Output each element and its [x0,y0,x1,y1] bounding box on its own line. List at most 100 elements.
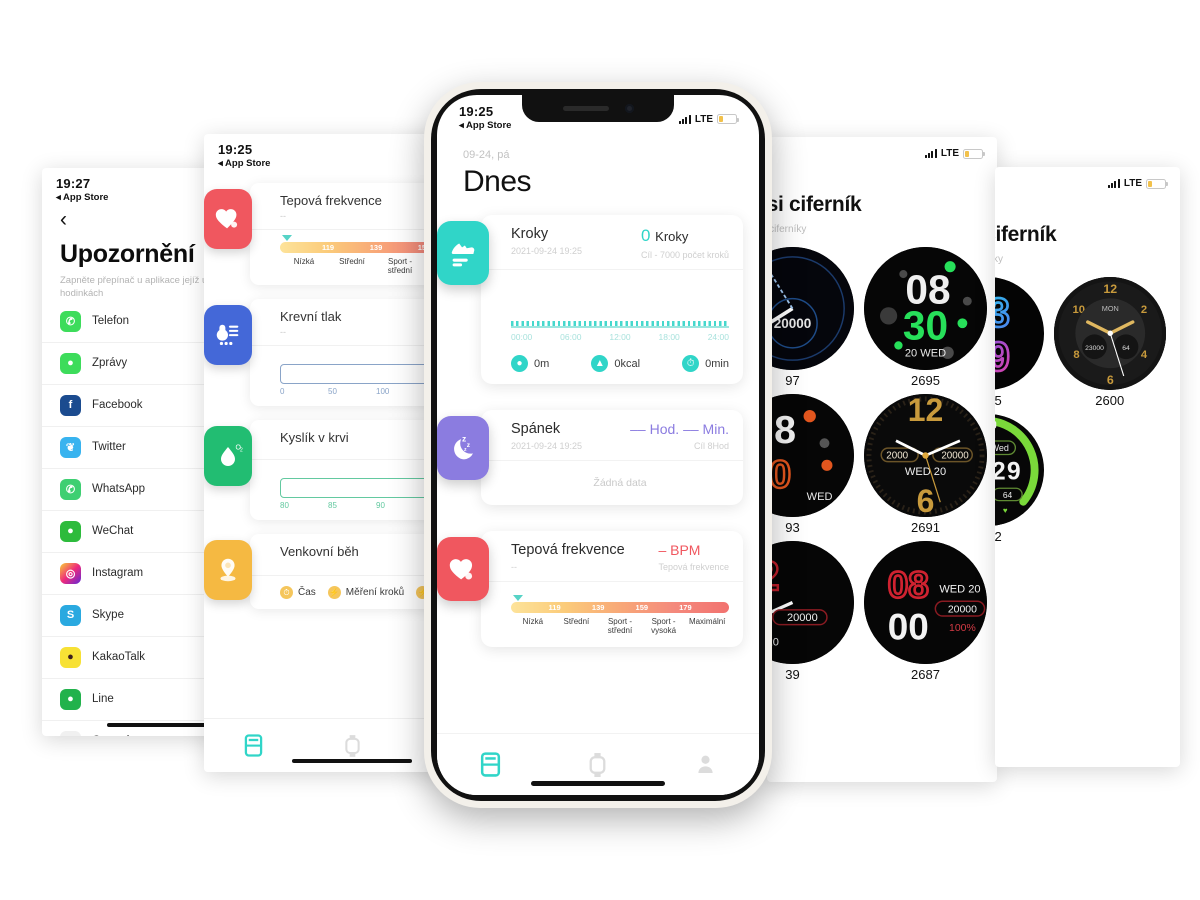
instagram-icon: ◎ [60,562,81,584]
card-heart-rate[interactable]: Tepová frekvence -- – BPM Tepová frekven… [437,531,743,648]
watchface-preview[interactable]: 08 00 WED 20 20000 100% [864,541,987,664]
card-steps[interactable]: Kroky 2021-09-24 19:25 0 Kroky Cíl - 700… [437,215,743,384]
svg-text:00: 00 [888,606,929,647]
battery-icon [963,148,986,159]
watchface-cell[interactable]: 8 0 WED 93 [767,394,854,535]
zone-label-row: Nízká Střední Sport - střední Sport - vy… [511,617,729,635]
watchface-preview[interactable]: 12 6 2000 20000 WED 20 [864,394,987,517]
zone-label: Sport - střední [387,257,413,276]
svg-text:08: 08 [888,565,929,606]
card-goal: Tepová frekvence [658,562,729,572]
svg-text:02/27 Wed: 02/27 Wed [995,443,1009,453]
tab-profile[interactable] [652,752,759,777]
notification-app-label: Facebook [92,399,143,412]
svg-text:z: z [462,433,466,443]
watchface-preview[interactable]: 2 20000 20 [767,541,854,664]
watchface-id: 93 [785,520,800,535]
card-sleep[interactable]: z z z Spánek 2021-09-24 19:25 –– Hod. ––… [437,410,743,505]
watchface-id: 39 [785,667,800,682]
tab-records[interactable] [204,734,303,757]
page-title: i ciferník [995,223,1057,246]
watchface-preview[interactable]: 8 0 WED [767,394,854,517]
zone-caret-icon [282,235,292,241]
zone-mark: 139 [369,243,383,252]
tab-watch[interactable] [544,752,651,777]
signal-icon [924,149,937,158]
card-left: Kroky 2021-09-24 19:25 [511,226,582,256]
chip-label: Měření kroků [345,587,405,599]
home-indicator [531,781,665,786]
oxygen-icon: O 2 [204,426,252,487]
status-bar: LTE [767,137,997,159]
axis-tick: 100 [376,387,390,397]
watchface-preview[interactable]: 12 10 2 8 4 6 MON 23000 64 [1053,277,1166,390]
status-bar-right: LTE [924,145,986,159]
svg-text:MON: MON [1101,304,1118,313]
card-title: Tepová frekvence [511,542,625,558]
status-back-link[interactable]: ◂ App Store [459,120,511,131]
svg-text:23: 23 [995,290,1010,336]
kakaotalk-icon: ● [60,646,81,668]
zone-mark: 139 [591,603,605,612]
watchface-cell[interactable]: 23 29 2605 [995,277,1044,408]
tab-records[interactable] [437,752,544,777]
panel-watchfaces-b: LTE i ciferník ferníky 23 292605 12 10 2… [995,167,1180,767]
status-time: 19:25 [459,104,494,119]
watchface-preview[interactable]: 08 30 20 WED [864,247,987,370]
status-bar-left: 19:25 ◂ App Store [218,142,270,169]
status-bar-right: LTE [1107,175,1169,189]
stat-duration: ⏱ 0min [682,355,729,372]
carrier-label: LTE [694,113,713,125]
axis-tick: 18:00 [658,332,680,342]
chip-time: ⏱ Čas [280,586,316,600]
stat-label: 0m [534,357,550,370]
watchface-id: 2695 [911,373,940,388]
whatsapp-icon: ✆ [60,478,81,500]
status-bar-left: 19:25 ◂ App Store [459,104,511,131]
zone-mark: 179 [679,603,692,612]
svg-text:23000: 23000 [1085,345,1104,352]
chip-label: Čas [298,587,316,599]
axis-tick: 0 [280,387,285,397]
chip-steps: ⚡ Měření kroků [327,586,405,600]
stat-distance: ● 0m [511,355,549,372]
notification-app-label: Skype [92,609,124,622]
watchface-cell[interactable]: 12 6 2000 20000 WED 20 2691 [864,394,987,535]
watchface-cell[interactable]: 02/27 Wed 08:29 23000 64 ▲ ♥ 2592 [995,413,1044,544]
card-value: –– Hod. –– Min. [630,421,729,437]
watchface-preview[interactable]: 23 29 [995,277,1044,390]
steps-baseline [511,321,729,328]
status-back-link[interactable]: ◂ App Store [56,192,108,203]
svg-text:2000: 2000 [886,451,908,462]
watchface-cell[interactable]: 08 00 WED 20 20000 100% 2687 [864,541,987,682]
watchface-cell[interactable]: 2 20000 20 39 [767,541,854,682]
bolt-icon: ⚡ [327,586,341,600]
status-time: 19:25 [218,142,253,157]
watchface-cell[interactable]: 08 30 20 WED 2695 [864,247,987,388]
bloodpressure-icon [204,305,252,366]
watchface-preview[interactable]: 20000 [767,247,854,370]
card-left: Tepová frekvence -- [511,542,625,572]
pin-icon: ● [511,355,528,372]
svg-text:20000: 20000 [948,604,977,615]
notification-app-label: Twitter [92,441,126,454]
flame-icon: ▲ [591,355,609,372]
watchface-id: 2600 [1095,392,1125,408]
watchface-cell[interactable]: 12 10 2 8 4 6 MON 23000 64 2600 [1053,277,1166,408]
stat-calories: ▲ 0kcal [591,355,640,372]
steps-chart: 00:00 06:00 12:00 18:00 24:00 [511,270,729,342]
panel-watchfaces-a: LTE te si ciferník ylové ciferníky 20000… [767,137,997,782]
tab-watch[interactable] [303,734,402,757]
watchface-cell[interactable]: 20000 97 [767,247,854,388]
svg-text:20000: 20000 [941,451,969,462]
svg-text:100%: 100% [949,623,976,634]
watchface-preview[interactable]: 02/27 Wed 08:29 23000 64 ▲ ♥ [995,413,1044,526]
twitter-icon: ❦ [60,436,81,458]
axis-tick: 06:00 [560,332,582,342]
empty-state-label: Žádná data [593,477,647,489]
status-back-link[interactable]: ◂ App Store [218,158,270,169]
card-header-row: Tepová frekvence -- – BPM Tepová frekven… [511,542,729,572]
notification-app-label: WeChat [92,525,134,538]
svg-text:12: 12 [1103,282,1117,296]
carrier-label: LTE [1123,178,1142,189]
